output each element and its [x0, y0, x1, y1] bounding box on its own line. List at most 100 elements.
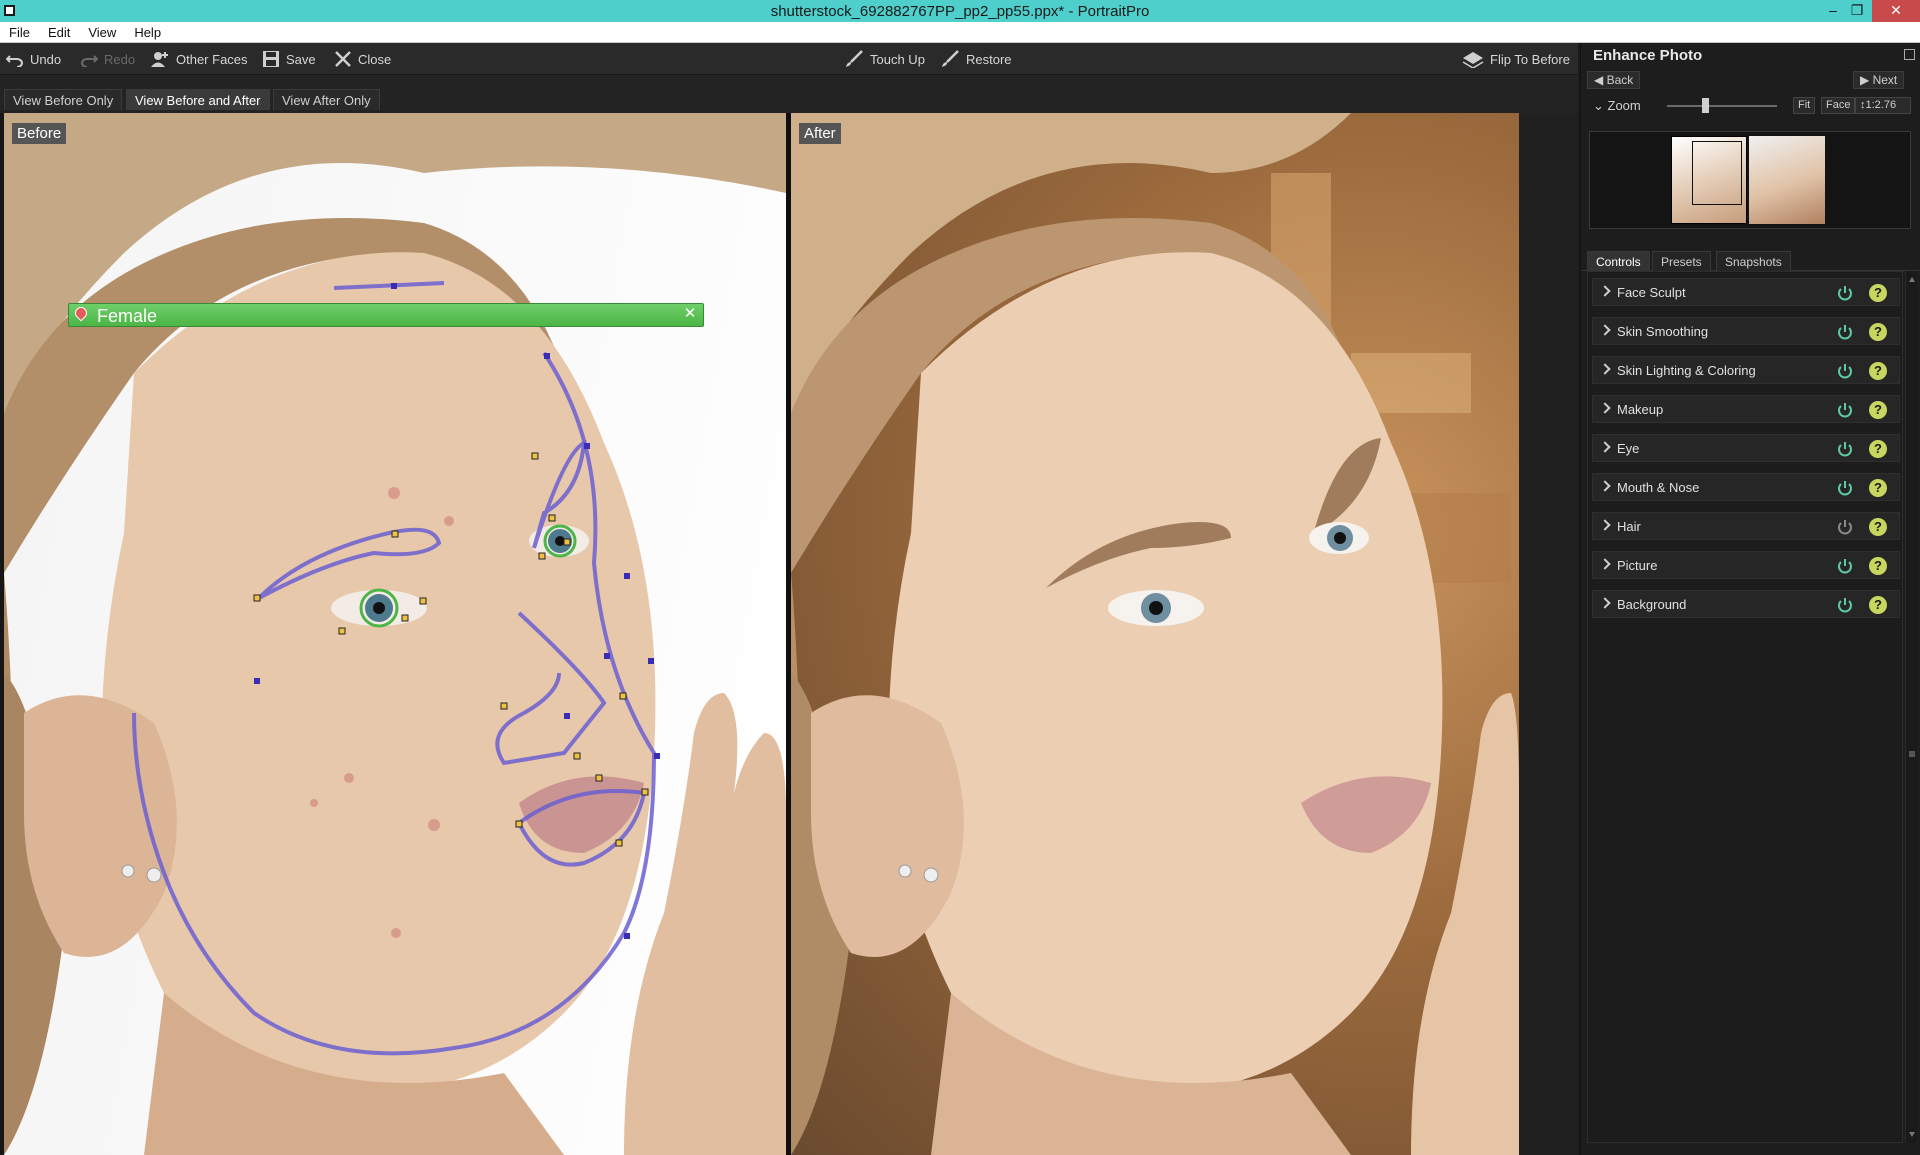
- power-icon[interactable]: [1836, 440, 1854, 458]
- toolbar: Undo Redo Other Faces Save Close Touch U…: [0, 43, 1578, 75]
- zoom-slider[interactable]: [1667, 105, 1777, 107]
- viewport-frame[interactable]: [1692, 141, 1742, 205]
- zoom-slider-handle[interactable]: [1702, 98, 1709, 113]
- menu-bar: File Edit View Help: [0, 22, 1920, 43]
- help-icon[interactable]: ?: [1869, 518, 1887, 536]
- control-background[interactable]: Background ?: [1592, 590, 1900, 618]
- undo-button[interactable]: Undo: [6, 49, 61, 69]
- close-icon: [335, 51, 351, 67]
- next-button[interactable]: ▶ Next: [1853, 71, 1905, 89]
- control-skin-smoothing[interactable]: Skin Smoothing ?: [1592, 317, 1900, 345]
- control-skin-lighting-coloring[interactable]: Skin Lighting & Coloring ?: [1592, 356, 1900, 384]
- tab-presets[interactable]: Presets: [1652, 251, 1711, 271]
- next-label: Next: [1872, 73, 1898, 87]
- save-button[interactable]: Save: [262, 49, 316, 69]
- redo-label: Redo: [104, 51, 136, 67]
- tab-snapshots[interactable]: Snapshots: [1716, 251, 1791, 271]
- controls-tabs: Controls Presets Snapshots: [1581, 249, 1920, 271]
- zoom-row: ⌄ Zoom Fit Face ↕1:2.76: [1587, 95, 1915, 117]
- zoom-ratio-field[interactable]: ↕1:2.76: [1855, 97, 1911, 114]
- navigator-thumbnail[interactable]: [1589, 131, 1911, 229]
- close-window-button[interactable]: ✕: [1872, 0, 1920, 22]
- power-icon[interactable]: [1836, 596, 1854, 614]
- gender-selector[interactable]: Female ✕: [68, 303, 704, 327]
- back-label: Back: [1606, 73, 1634, 87]
- chevron-right-icon: [1599, 324, 1611, 336]
- back-button[interactable]: ◀ Back: [1587, 71, 1641, 89]
- control-label: Makeup: [1617, 402, 1664, 417]
- control-label: Hair: [1617, 519, 1641, 534]
- before-thumbnail[interactable]: [1671, 136, 1747, 224]
- power-icon[interactable]: [1836, 557, 1854, 575]
- restore-tool-button[interactable]: Restore: [940, 49, 1012, 69]
- help-icon[interactable]: ?: [1869, 401, 1887, 419]
- help-icon[interactable]: ?: [1869, 557, 1887, 575]
- enhance-photo-panel: Enhance Photo ◀ Back ▶ Next ⌄ Zoom Fit F…: [1580, 43, 1920, 1155]
- touch-up-button[interactable]: Touch Up: [844, 49, 925, 69]
- add-person-icon: [151, 52, 168, 67]
- help-icon[interactable]: ?: [1869, 440, 1887, 458]
- control-label: Mouth & Nose: [1617, 480, 1700, 495]
- help-icon[interactable]: ?: [1869, 323, 1887, 341]
- zoom-label: Zoom: [1607, 98, 1641, 113]
- view-mode-tabs: View Before Only View Before and After V…: [0, 75, 1578, 113]
- zoom-ratio-value: 1:2.76: [1865, 99, 1897, 111]
- tab-view-after-only[interactable]: View After Only: [273, 89, 380, 110]
- menu-edit[interactable]: Edit: [39, 22, 79, 40]
- zoom-fit-button[interactable]: Fit: [1793, 97, 1816, 114]
- scroll-up-icon[interactable]: [1909, 277, 1915, 282]
- power-icon[interactable]: [1836, 518, 1854, 536]
- control-makeup[interactable]: Makeup ?: [1592, 395, 1900, 423]
- restore-button[interactable]: ❐: [1840, 0, 1874, 22]
- close-button[interactable]: Close: [334, 49, 391, 69]
- after-label: After: [799, 123, 841, 144]
- power-icon[interactable]: [1836, 362, 1854, 380]
- after-pane[interactable]: After: [791, 113, 1519, 1155]
- chevron-right-icon: [1599, 480, 1611, 492]
- power-icon[interactable]: [1836, 479, 1854, 497]
- chevron-right-icon: [1599, 519, 1611, 531]
- controls-list: Face Sculpt ? Skin Smoothing ? Skin Ligh…: [1587, 271, 1903, 1143]
- redo-icon: [81, 55, 98, 67]
- control-picture[interactable]: Picture ?: [1592, 551, 1900, 579]
- after-thumbnail[interactable]: [1749, 136, 1825, 224]
- control-face-sculpt[interactable]: Face Sculpt ?: [1592, 278, 1900, 306]
- panel-header: Enhance Photo: [1581, 43, 1920, 67]
- other-faces-button[interactable]: Other Faces: [150, 49, 248, 69]
- controls-scrollbar[interactable]: [1905, 271, 1917, 1143]
- control-hair[interactable]: Hair ?: [1592, 512, 1900, 540]
- flip-to-before-button[interactable]: Flip To Before: [1462, 49, 1570, 69]
- tab-view-before-and-after[interactable]: View Before and After: [126, 89, 270, 110]
- zoom-toggle[interactable]: ⌄ Zoom: [1593, 98, 1641, 114]
- before-pane[interactable]: Before Female ✕: [4, 113, 786, 1155]
- scroll-down-icon[interactable]: [1909, 1132, 1915, 1137]
- gender-close-icon[interactable]: ✕: [683, 306, 697, 322]
- control-mouth-nose[interactable]: Mouth & Nose ?: [1592, 473, 1900, 501]
- power-icon[interactable]: [1836, 401, 1854, 419]
- help-icon[interactable]: ?: [1869, 284, 1887, 302]
- undo-label: Undo: [30, 51, 62, 67]
- power-icon[interactable]: [1836, 323, 1854, 341]
- help-icon[interactable]: ?: [1869, 362, 1887, 380]
- before-label: Before: [12, 123, 67, 144]
- zoom-face-button[interactable]: Face: [1821, 97, 1856, 114]
- menu-help[interactable]: Help: [125, 22, 170, 40]
- control-eye[interactable]: Eye ?: [1592, 434, 1900, 462]
- location-pin-icon: [72, 304, 90, 322]
- tab-view-before-only[interactable]: View Before Only: [4, 89, 123, 110]
- scroll-thumb[interactable]: [1909, 751, 1915, 757]
- power-icon[interactable]: [1836, 284, 1854, 302]
- restore-brush-icon: [942, 50, 959, 67]
- redo-button[interactable]: Redo: [80, 49, 135, 69]
- menu-file[interactable]: File: [0, 22, 39, 40]
- help-icon[interactable]: ?: [1869, 596, 1887, 614]
- menu-view[interactable]: View: [79, 22, 125, 40]
- tab-controls[interactable]: Controls: [1587, 251, 1650, 271]
- control-label: Background: [1617, 597, 1687, 612]
- control-label: Eye: [1617, 441, 1640, 456]
- help-icon[interactable]: ?: [1869, 479, 1887, 497]
- chevron-right-icon: [1599, 597, 1611, 609]
- popout-icon[interactable]: [1904, 49, 1915, 60]
- close-label: Close: [358, 51, 392, 67]
- flip-label: Flip To Before: [1490, 51, 1570, 67]
